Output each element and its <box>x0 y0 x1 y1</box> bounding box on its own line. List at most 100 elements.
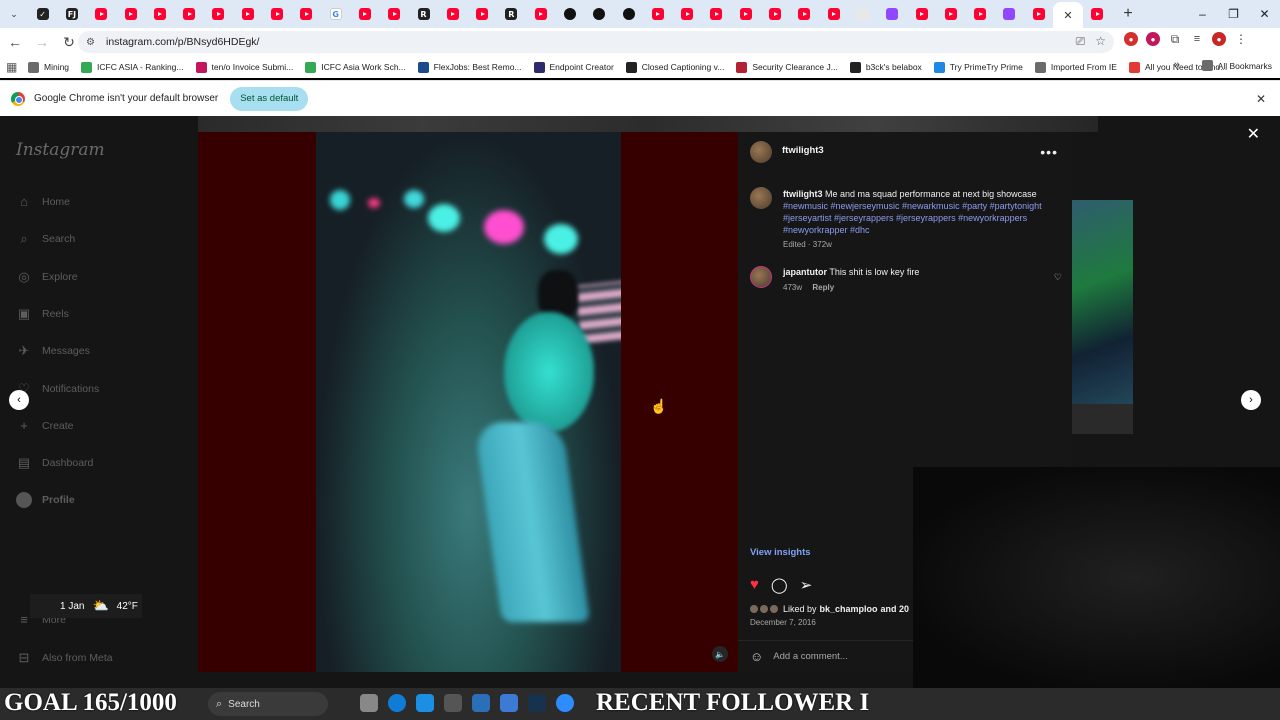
browser-tab[interactable]: R <box>409 0 438 28</box>
stack-icon[interactable] <box>444 694 462 712</box>
browser-tab[interactable] <box>145 0 174 28</box>
browser-tab[interactable] <box>936 0 965 28</box>
browser-tab[interactable] <box>731 0 760 28</box>
edge-icon[interactable] <box>388 694 406 712</box>
bookmark-item[interactable]: b3ck's belabox <box>849 61 922 73</box>
bookmarks-overflow-icon[interactable]: » <box>1174 59 1180 71</box>
chrome-menu-icon[interactable]: ⋮ <box>1234 32 1248 46</box>
maximize-button[interactable]: ❐ <box>1218 0 1249 28</box>
back-button[interactable]: ← <box>3 30 27 54</box>
browser-tab[interactable] <box>204 0 233 28</box>
browser-tab[interactable]: R <box>497 0 526 28</box>
nav-explore[interactable]: ◎ Explore <box>16 269 77 285</box>
browser-tab[interactable] <box>760 0 789 28</box>
file-explorer-icon[interactable] <box>360 694 378 712</box>
active-tab[interactable]: ✕ <box>1053 2 1083 28</box>
browser-tab[interactable] <box>848 0 877 28</box>
bookmark-item[interactable]: ICFC Asia Work Sch... <box>305 61 406 73</box>
bookmark-item[interactable]: ICFC ASIA - Ranking... <box>81 61 184 73</box>
store-icon[interactable] <box>500 694 518 712</box>
commenter-avatar[interactable] <box>750 266 772 288</box>
window-close-button[interactable]: ✕ <box>1249 0 1280 28</box>
nav-dashboard[interactable]: ▤ Dashboard <box>16 455 94 471</box>
browser-tab[interactable] <box>643 0 672 28</box>
instagram-logo[interactable]: Instagram <box>16 140 105 160</box>
profile-avatar-icon[interactable]: ● <box>1212 32 1226 46</box>
author-username[interactable]: ftwilight3 <box>782 145 824 156</box>
browser-tab[interactable] <box>438 0 467 28</box>
nav-search[interactable]: ⌕ Search <box>16 231 75 247</box>
bookmark-item[interactable]: ten/o Invoice Submi... <box>195 61 293 73</box>
bookmark-item[interactable]: Try PrimeTry Prime <box>933 61 1023 73</box>
browser-tab[interactable] <box>526 0 555 28</box>
extensions-puzzle-icon[interactable]: ⧉ <box>1168 32 1182 46</box>
comment-username[interactable]: japantutor <box>783 267 827 277</box>
infobar-close-icon[interactable]: ✕ <box>1256 92 1266 106</box>
caption-username[interactable]: ftwilight3 <box>783 189 823 199</box>
bookmark-item[interactable]: Security Clearance J... <box>736 61 838 73</box>
browser-tab[interactable] <box>907 0 936 28</box>
caption-avatar[interactable] <box>750 187 772 209</box>
more-options-icon[interactable]: ••• <box>1040 144 1058 160</box>
author-avatar[interactable] <box>750 141 772 163</box>
emoji-icon[interactable]: ☺ <box>750 649 763 664</box>
share-icon[interactable]: ➢ <box>800 576 813 594</box>
bookmark-star-icon[interactable]: ☆ <box>1095 34 1106 49</box>
comment-like-icon[interactable]: ♡ <box>1054 272 1062 283</box>
address-bar[interactable]: ⚙ instagram.com/p/BNsyd6HDEgk/ ⎚ ☆ <box>78 31 1114 53</box>
add-comment-input[interactable]: Add a comment... <box>773 651 847 662</box>
forward-button[interactable]: → <box>30 30 54 54</box>
browser-tab[interactable] <box>350 0 379 28</box>
browser-tab[interactable]: ✓ <box>28 0 57 28</box>
nav-profile[interactable]: Profile <box>16 492 75 509</box>
browser-tab[interactable] <box>555 0 584 28</box>
nav-messages[interactable]: ✈ Messages <box>16 343 90 359</box>
skype-icon[interactable] <box>416 694 434 712</box>
browser-tab[interactable] <box>380 0 409 28</box>
nav-home[interactable]: ⌂ Home <box>16 194 70 210</box>
bookmark-item[interactable]: Closed Captioning v... <box>625 61 724 73</box>
browser-tab[interactable] <box>1083 0 1112 28</box>
mute-button[interactable]: 🔈 <box>712 646 728 662</box>
nav-create[interactable]: + Create <box>16 418 73 434</box>
browser-tab[interactable] <box>233 0 262 28</box>
comment-reply-button[interactable]: Reply <box>812 283 834 292</box>
site-info-icon[interactable]: ⚙ <box>86 37 100 48</box>
bookmark-item[interactable]: Mining <box>28 61 69 73</box>
browser-tab[interactable]: G <box>321 0 350 28</box>
extension-icon[interactable]: ● <box>1146 32 1160 46</box>
browser-tab[interactable] <box>673 0 702 28</box>
browser-tab[interactable] <box>995 0 1024 28</box>
nav-also-from-meta[interactable]: ⊟ Also from Meta <box>16 650 113 666</box>
browser-tab[interactable] <box>614 0 643 28</box>
steam-icon[interactable] <box>528 694 546 712</box>
close-modal-icon[interactable]: ✕ <box>1247 124 1260 144</box>
browser-tab[interactable]: FJ <box>57 0 86 28</box>
taskbar-search[interactable]: ⌕ Search <box>208 692 328 716</box>
post-video[interactable]: 🔈 ☝ <box>198 132 738 672</box>
previous-post-arrow[interactable]: ‹ <box>9 390 29 410</box>
browser-tab[interactable] <box>790 0 819 28</box>
tab-close-icon[interactable]: ✕ <box>1063 9 1072 22</box>
caption-hashtags[interactable]: #newmusic #newjerseymusic #newarkmusic #… <box>783 201 1042 235</box>
browser-tab[interactable] <box>878 0 907 28</box>
next-post-arrow[interactable]: › <box>1241 390 1261 410</box>
zoom-icon[interactable] <box>556 694 574 712</box>
browser-tab[interactable] <box>585 0 614 28</box>
app-icon[interactable] <box>472 694 490 712</box>
browser-tab[interactable] <box>1024 0 1053 28</box>
browser-tab[interactable] <box>292 0 321 28</box>
bookmark-item[interactable]: Imported From IE <box>1034 61 1117 73</box>
browser-tab[interactable] <box>702 0 731 28</box>
comment-icon[interactable]: ◯ <box>771 576 788 594</box>
browser-tab[interactable] <box>174 0 203 28</box>
browser-tab[interactable] <box>87 0 116 28</box>
browser-tab[interactable] <box>966 0 995 28</box>
set-as-default-button[interactable]: Set as default <box>230 86 309 111</box>
like-heart-icon[interactable]: ♥ <box>750 576 759 594</box>
bookmark-item[interactable]: FlexJobs: Best Remo... <box>417 61 522 73</box>
bookmark-item[interactable]: Endpoint Creator <box>533 61 614 73</box>
install-app-icon[interactable]: ⎚ <box>1076 34 1086 49</box>
minimize-button[interactable]: – <box>1187 0 1218 28</box>
all-bookmarks-button[interactable]: All Bookmarks <box>1201 60 1272 71</box>
